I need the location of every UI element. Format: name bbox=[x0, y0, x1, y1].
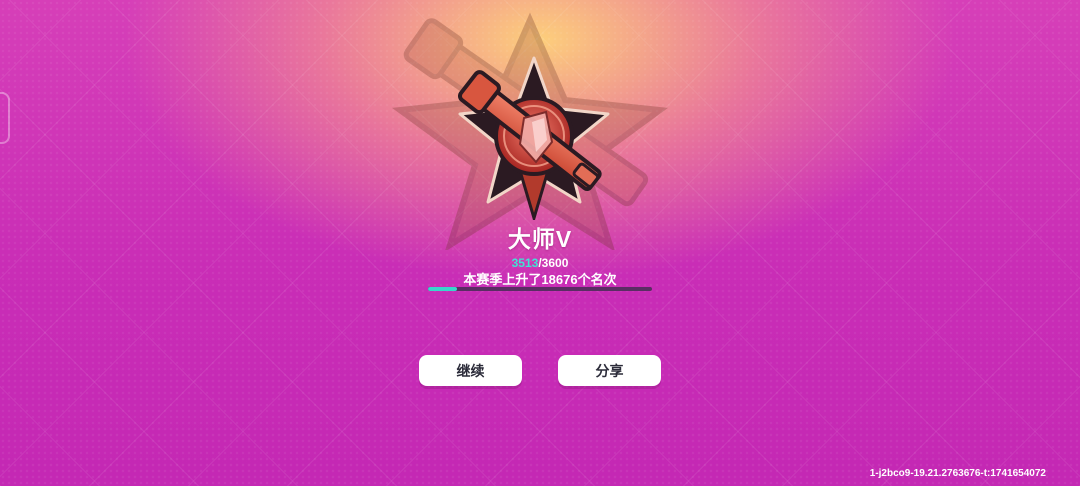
build-id-text: 1-j2bco9-19.21.2763676-t:1741654072 bbox=[869, 468, 1046, 479]
rank-progress-bar bbox=[428, 287, 652, 291]
rank-progress-fill bbox=[428, 287, 458, 291]
rank-progress-max: 3600 bbox=[541, 256, 569, 270]
rank-progress-text: 3513/3600 bbox=[0, 256, 1080, 270]
continue-button[interactable]: 继续 bbox=[419, 355, 522, 386]
share-button[interactable]: 分享 bbox=[558, 355, 661, 386]
rank-emblem-icon bbox=[457, 56, 610, 220]
rank-progress-current: 3513 bbox=[511, 256, 539, 270]
rank-title: 大师V bbox=[507, 226, 573, 252]
season-rank-change-text: 本赛季上升了18676个名次 bbox=[463, 272, 617, 287]
side-tab-edge bbox=[0, 92, 10, 144]
